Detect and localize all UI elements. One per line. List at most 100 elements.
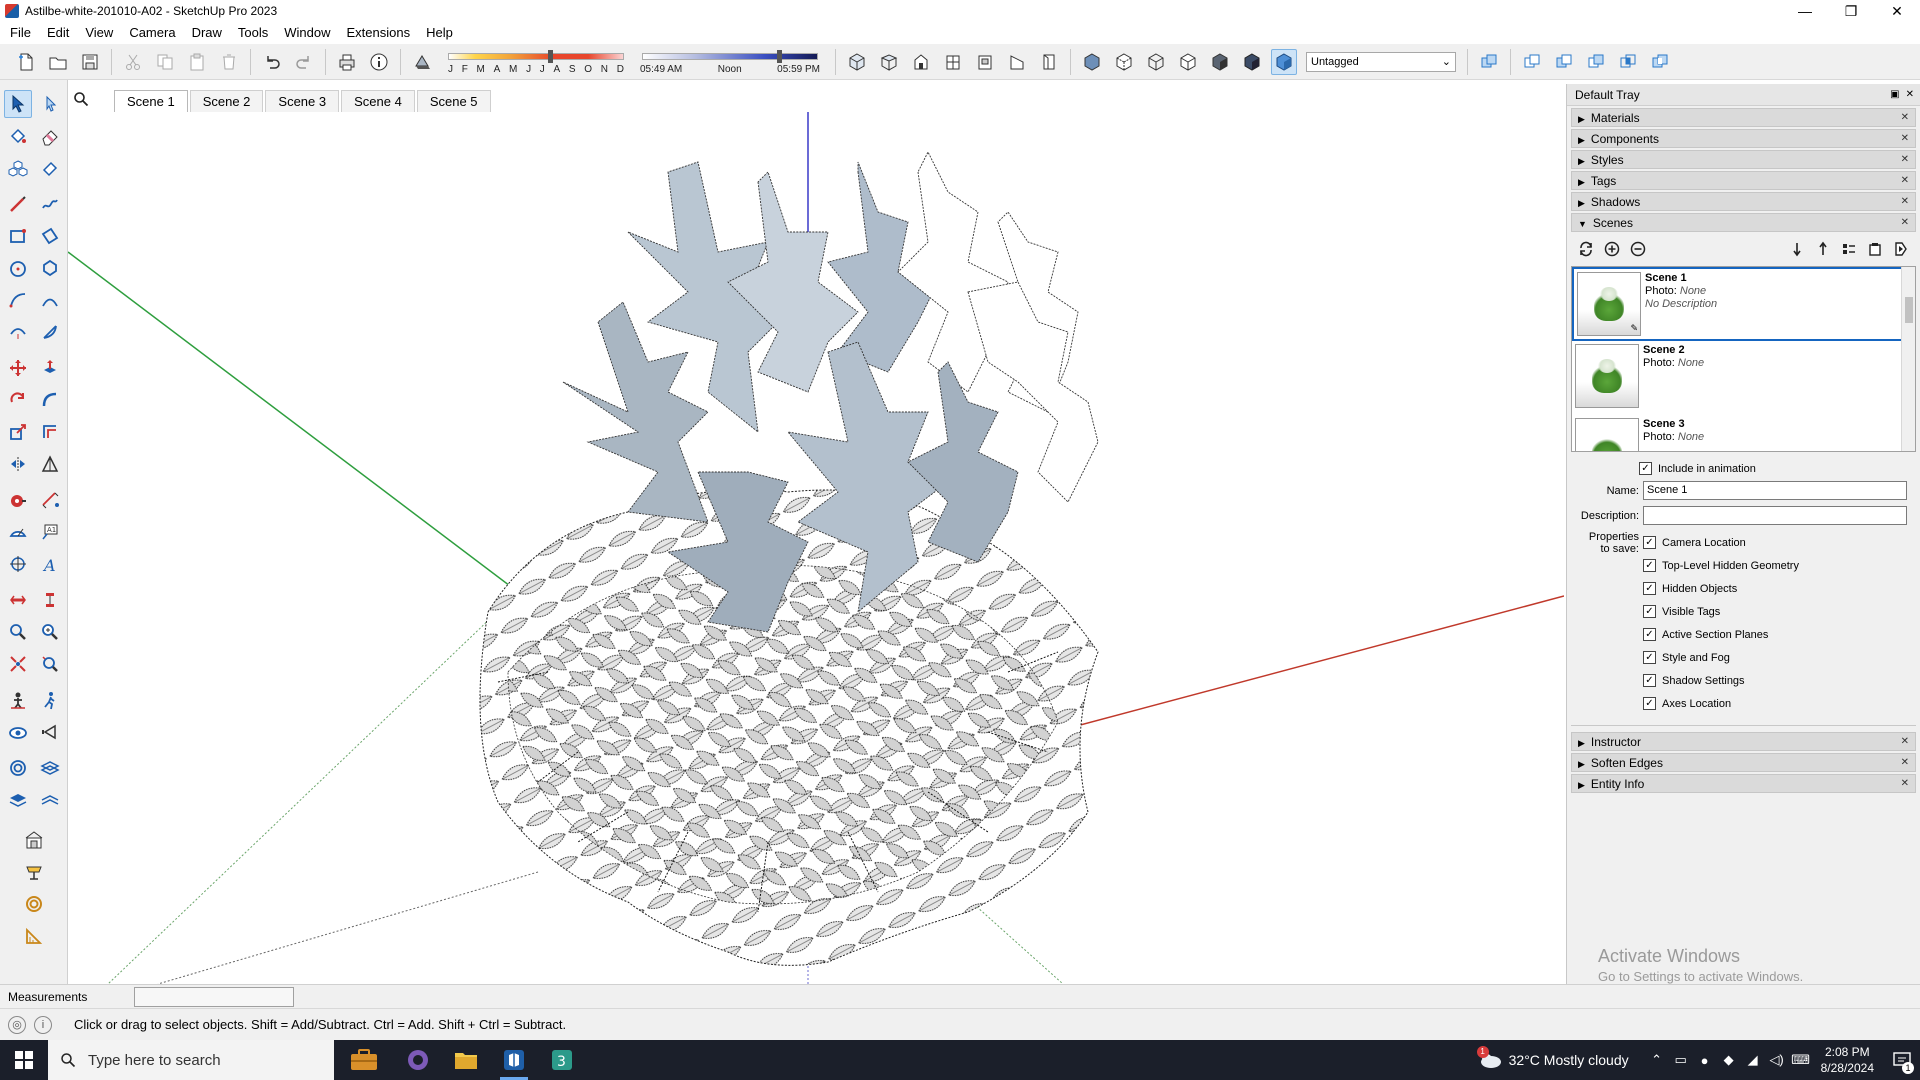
panel-menu-icon[interactable] [1890,238,1912,260]
tape-measure-icon[interactable] [4,486,32,514]
menu-help[interactable]: Help [418,22,461,44]
panel-instructor[interactable]: ▶ Instructor ✕ [1571,732,1916,751]
taskbar-layout-icon[interactable]: 3 [538,1040,586,1080]
property-checkbox[interactable]: ✓ [1643,697,1656,710]
follow-me-icon[interactable] [36,386,64,414]
menu-window[interactable]: Window [276,22,338,44]
include-animation-checkbox[interactable]: ✓ [1639,462,1652,475]
add-scene-icon[interactable] [1601,238,1623,260]
view-options-icon[interactable] [1838,238,1860,260]
arc-tool-icon[interactable] [4,286,32,314]
save-icon[interactable] [77,49,103,75]
scene-list-scrollbar[interactable] [1901,267,1915,451]
position-camera-triangle-icon[interactable] [36,450,64,478]
tab-scene-4[interactable]: Scene 4 [341,90,415,112]
advanced-camera-icon[interactable] [36,718,64,746]
pie-tool-icon[interactable] [36,318,64,346]
ruler-icon[interactable] [20,922,48,950]
scene-list-item-1[interactable]: ✎ Scene 1 Photo: None No Description [1572,267,1915,341]
select-tool-icon[interactable] [3,90,32,118]
paint-bucket-icon[interactable] [4,122,32,150]
shadows-toggle-icon[interactable] [409,49,435,75]
move-tool-icon[interactable] [4,354,32,382]
outer-shell-icon[interactable] [1476,49,1502,75]
back-view-icon[interactable] [972,49,998,75]
cut-icon[interactable] [120,49,146,75]
dimension-tool-icon[interactable] [36,486,64,514]
update-scene-icon[interactable] [1575,238,1597,260]
model-viewport[interactable] [68,112,1564,984]
close-icon[interactable]: ✕ [1901,736,1909,747]
open-folder-icon[interactable] [45,49,71,75]
subtract-icon[interactable] [1551,49,1577,75]
shadow-date-slider[interactable]: J F M A M J J A S O N D [446,47,626,77]
xray-style-icon[interactable] [1079,49,1105,75]
meet-now-icon[interactable]: ▭ [1669,1040,1693,1080]
property-checkbox[interactable]: ✓ [1643,582,1656,595]
tab-scene-1[interactable]: Scene 1 [114,90,188,112]
panel-scenes[interactable]: ▼ Scenes ✕ [1571,213,1916,232]
union-icon[interactable] [1519,49,1545,75]
close-button[interactable]: ✕ [1874,0,1920,22]
sandbox-scratch-icon[interactable] [36,754,64,782]
close-icon[interactable]: ✕ [1901,133,1909,144]
erase-icon[interactable] [216,49,242,75]
close-icon[interactable]: ✕ [1901,112,1909,123]
line-tool-icon[interactable] [4,190,32,218]
info-icon[interactable]: i [34,1015,52,1034]
property-checkbox[interactable]: ✓ [1643,651,1656,664]
rotate-tool-icon[interactable] [4,386,32,414]
push-pull-icon[interactable] [36,354,64,382]
taskbar-search[interactable]: Type here to search [48,1040,334,1080]
tray-close-icon[interactable]: ✕ [1906,89,1914,100]
panel-soften-edges[interactable]: ▶ Soften Edges ✕ [1571,753,1916,772]
lasso-select-icon[interactable] [36,90,64,118]
extension-manager-icon[interactable] [20,890,48,918]
hidden-line-style-icon[interactable] [1175,49,1201,75]
menu-file[interactable]: File [2,22,39,44]
section-tool-alt-icon[interactable] [36,586,64,614]
notification-center-icon[interactable]: 1 [1884,1040,1920,1080]
top-view-icon[interactable] [876,49,902,75]
print-icon[interactable] [334,49,360,75]
scrollbar-thumb[interactable] [1905,297,1913,323]
menu-edit[interactable]: Edit [39,22,77,44]
right-view-icon[interactable] [940,49,966,75]
panel-tags[interactable]: ▶ Tags ✕ [1571,171,1916,190]
taskbar-work-icon[interactable] [334,1040,394,1080]
split-icon[interactable] [1647,49,1673,75]
rectangle-tool-icon[interactable] [4,222,32,250]
property-checkbox[interactable]: ✓ [1643,628,1656,641]
left-view-icon[interactable] [1004,49,1030,75]
model-canvas[interactable] [68,112,1564,984]
flip-tool-icon[interactable] [4,450,32,478]
panel-components[interactable]: ▶ Components ✕ [1571,129,1916,148]
weather-widget[interactable]: 1 32°C Mostly cloudy [1476,1045,1629,1071]
sandbox-from-contours-icon[interactable] [4,754,32,782]
circle-tool-icon[interactable] [4,254,32,282]
restore-button[interactable]: ❐ [1828,0,1874,22]
close-icon[interactable]: ✕ [1901,175,1909,186]
tag-dropdown[interactable]: Untagged ⌄ [1306,51,1456,72]
panel-shadows[interactable]: ▶ Shadows ✕ [1571,192,1916,211]
menu-tools[interactable]: Tools [230,22,276,44]
close-icon[interactable]: ✕ [1901,778,1909,789]
taskbar-browser-icon[interactable] [394,1040,442,1080]
move-scene-down-icon[interactable] [1786,238,1808,260]
paste-icon[interactable] [184,49,210,75]
extension-warehouse-icon[interactable] [20,858,48,886]
scene-list[interactable]: ✎ Scene 1 Photo: None No Description Sce… [1571,266,1916,452]
menu-camera[interactable]: Camera [121,22,183,44]
hide-thumbnails-icon[interactable] [1864,238,1886,260]
pin-icon[interactable]: ▣ [1890,89,1899,100]
scene-list-item-3[interactable]: Scene 3 Photo: None [1572,415,1915,451]
offset-tool-icon[interactable] [36,418,64,446]
zoom-tool-icon[interactable] [36,618,64,646]
look-around-icon[interactable] [4,718,32,746]
polygon-tool-icon[interactable] [36,254,64,282]
property-checkbox[interactable]: ✓ [1643,536,1656,549]
dropbox-icon[interactable]: ◆ [1717,1040,1741,1080]
color-app-icon[interactable]: ● [1693,1040,1717,1080]
redo-icon[interactable] [291,49,317,75]
move-scene-up-icon[interactable] [1812,238,1834,260]
